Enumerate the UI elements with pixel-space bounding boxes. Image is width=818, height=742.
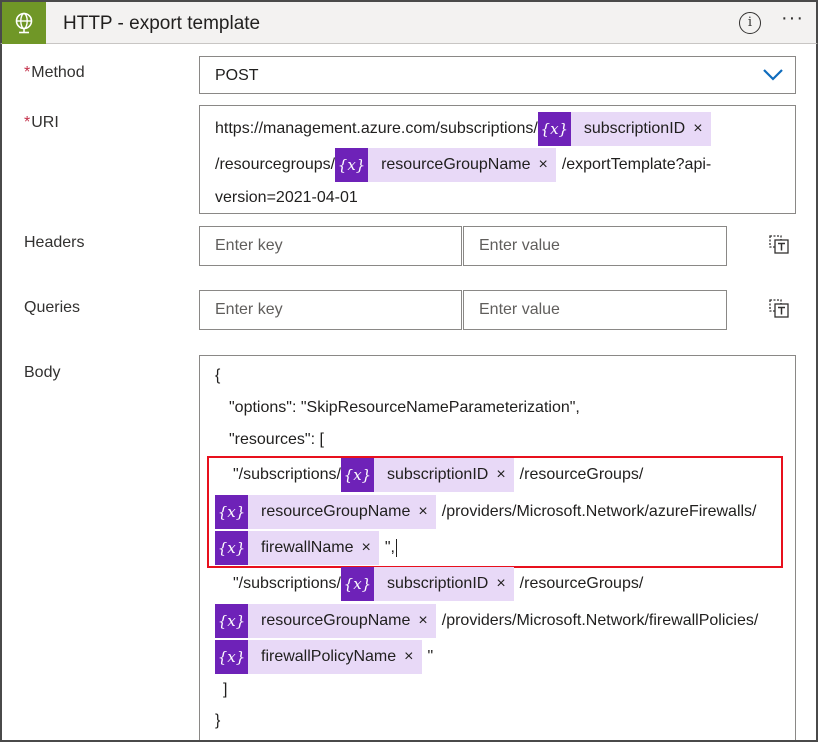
uri-text: version=2021-04-01 (215, 189, 358, 206)
token-name: resourceGroupName (381, 156, 531, 173)
queries-label: Queries (24, 299, 81, 316)
more-options-icon[interactable]: ··· (781, 7, 804, 30)
uri-text: /resourcegroups/ (215, 156, 336, 173)
token-chip[interactable]: {x} subscriptionID × (340, 567, 514, 601)
body-label: Body (24, 364, 61, 381)
expression-icon: {x} (215, 604, 248, 638)
close-icon[interactable]: × (418, 612, 435, 630)
method-label-text: Method (31, 64, 85, 81)
code-text: /resourceGroups/ (519, 575, 644, 592)
close-icon[interactable]: × (496, 575, 513, 593)
close-icon[interactable]: × (404, 648, 421, 666)
required-mark: * (24, 114, 31, 131)
queries-key-input[interactable]: Enter key (199, 290, 462, 330)
token-chip[interactable]: {x} resourceGroupName × (215, 604, 436, 638)
action-header[interactable]: HTTP - export template i ··· (0, 0, 818, 44)
expression-icon: {x} (215, 640, 248, 674)
headers-label: Headers (24, 234, 85, 251)
body-line: "options": "SkipResourceNameParameteriza… (229, 393, 580, 423)
code-text: "/subscriptions/ (233, 575, 341, 592)
body-line: "resources": [ (229, 425, 324, 455)
uri-label-text: URI (31, 114, 59, 131)
code-text: /providers/Microsoft.Network/firewallPol… (441, 612, 759, 629)
uri-line-2: /resourcegroups/ {x} resourceGroupName × /… (215, 148, 712, 182)
body-line: {x} resourceGroupName × /providers/Microso… (215, 604, 759, 638)
chevron-down-icon (763, 69, 783, 81)
expression-icon: {x} (340, 567, 374, 601)
body-line: } (215, 706, 220, 736)
token-name: subscriptionID (386, 575, 489, 592)
placeholder: Enter key (215, 237, 283, 254)
body-line: {x} firewallPolicyName × " (215, 640, 434, 674)
globe-icon (2, 2, 46, 44)
placeholder: Enter value (479, 237, 560, 254)
code-text: ] (223, 681, 228, 698)
info-icon[interactable]: i (739, 12, 761, 34)
token-name: resourceGroupName (261, 612, 411, 629)
token-chip[interactable]: {x} resourceGroupName × (335, 148, 556, 182)
uri-text: /exportTemplate?api- (561, 156, 712, 173)
uri-text: https://management.azure.com/subscriptio… (215, 120, 538, 137)
code-text: "options": "SkipResourceNameParameteriza… (229, 399, 580, 416)
queries-value-input[interactable]: Enter value (463, 290, 727, 330)
token-chip[interactable]: {x} subscriptionID × (537, 112, 711, 146)
placeholder: Enter value (479, 301, 560, 318)
method-dropdown[interactable]: POST (199, 56, 796, 94)
token-name: subscriptionID (583, 120, 686, 137)
body-line: "/subscriptions/ {x} subscriptionID × /res… (233, 567, 644, 601)
method-label: *Method (24, 64, 85, 82)
body-line: ] (223, 675, 227, 705)
expression-icon: {x} (335, 148, 369, 182)
action-title[interactable]: HTTP - export template (63, 13, 260, 35)
code-text: "resources": [ (229, 431, 324, 448)
code-text: { (215, 367, 221, 384)
headers-value-input[interactable]: Enter value (463, 226, 727, 266)
headers-key-input[interactable]: Enter key (199, 226, 462, 266)
code-text: " (427, 648, 434, 665)
highlight-box (207, 456, 783, 568)
switch-to-text-mode-icon[interactable] (767, 232, 791, 256)
token-name: firewallPolicyName (261, 648, 397, 665)
uri-line-1: https://management.azure.com/subscriptio… (215, 112, 717, 146)
close-icon[interactable]: × (693, 120, 710, 138)
required-mark: * (24, 64, 31, 81)
token-chip[interactable]: {x} firewallPolicyName × (215, 640, 422, 674)
switch-to-text-mode-icon[interactable] (767, 296, 791, 320)
close-icon[interactable]: × (538, 156, 555, 174)
method-value: POST (215, 67, 259, 84)
uri-line-3: version=2021-04-01 (215, 183, 358, 213)
code-text: } (215, 712, 221, 729)
body-line: { (215, 361, 220, 391)
uri-label: *URI (24, 114, 59, 132)
placeholder: Enter key (215, 301, 283, 318)
expression-icon: {x} (537, 112, 571, 146)
